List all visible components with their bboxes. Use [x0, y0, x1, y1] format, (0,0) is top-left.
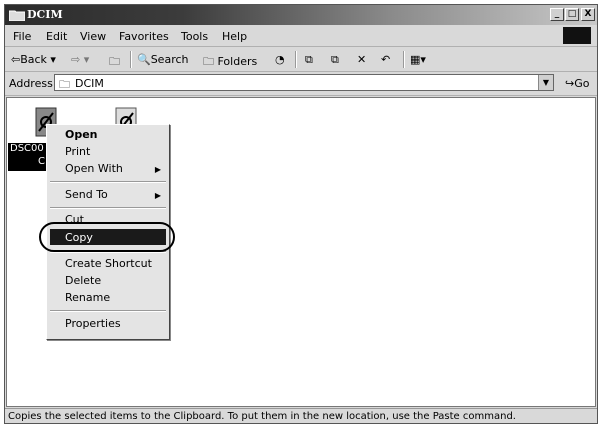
- submenu-arrow-icon: ▶: [154, 191, 161, 200]
- menu-help[interactable]: Help: [222, 30, 247, 43]
- move-to-icon[interactable]: ⧉: [305, 53, 313, 67]
- window-title: DCIM: [27, 8, 63, 21]
- menu-view[interactable]: View: [80, 30, 106, 43]
- toolbar-separator: [295, 51, 297, 68]
- menu-bar: File Edit View Favorites Tools Help: [5, 26, 597, 47]
- status-bar: Copies the selected items to the Clipboa…: [5, 408, 597, 425]
- search-button[interactable]: 🔍Search: [137, 53, 189, 66]
- submenu-arrow-icon: ▶: [154, 165, 161, 174]
- address-bar: Address 🗀 DCIM ▼ ↪Go: [5, 72, 597, 96]
- go-arrow-icon: ↪: [565, 77, 575, 90]
- ctx-delete[interactable]: Delete: [65, 274, 101, 287]
- file-label-line2: C: [38, 156, 45, 167]
- up-folder-icon[interactable]: 🗀: [109, 53, 120, 72]
- copy-to-icon[interactable]: ⧉: [331, 53, 339, 67]
- menu-separator: [50, 207, 166, 209]
- address-label: Address: [9, 77, 53, 90]
- folder-icon: 🗀: [59, 78, 70, 91]
- address-field[interactable]: 🗀 DCIM ▼: [54, 74, 554, 91]
- title-bar[interactable]: DCIM _ □ X: [5, 5, 597, 25]
- copy-callout-ring: [39, 222, 175, 252]
- ctx-properties[interactable]: Properties: [65, 317, 121, 330]
- delete-icon[interactable]: ✕: [357, 53, 366, 66]
- close-button[interactable]: X: [581, 8, 595, 21]
- toolbar-separator: [130, 51, 132, 68]
- minimize-button[interactable]: _: [550, 8, 564, 21]
- forward-button[interactable]: ⇨ ▾: [71, 53, 89, 66]
- views-icon[interactable]: ▦▾: [410, 53, 426, 66]
- menu-favorites[interactable]: Favorites: [119, 30, 169, 43]
- menu-separator: [50, 181, 166, 183]
- forward-arrow-icon: ⇨: [71, 53, 81, 66]
- ctx-create-shortcut[interactable]: Create Shortcut: [65, 257, 152, 270]
- folder-icon: [9, 10, 25, 21]
- toolbar: ⇦Back ▾ ⇨ ▾ 🗀 🔍Search 🗀 Folders ◔ ⧉ ⧉ ✕ …: [5, 47, 597, 72]
- ctx-send-to[interactable]: Send To: [65, 188, 108, 201]
- folders-button[interactable]: 🗀 Folders: [203, 53, 257, 72]
- ctx-open-with[interactable]: Open With: [65, 162, 123, 175]
- search-icon: 🔍: [137, 53, 151, 66]
- menu-edit[interactable]: Edit: [46, 30, 67, 43]
- windows-logo-icon: [563, 27, 591, 44]
- menu-separator: [50, 310, 166, 312]
- back-button[interactable]: ⇦Back ▾: [11, 53, 56, 66]
- undo-icon[interactable]: ↶: [381, 53, 390, 66]
- menu-file[interactable]: File: [13, 30, 31, 43]
- maximize-button[interactable]: □: [565, 8, 579, 21]
- back-arrow-icon: ⇦: [11, 53, 21, 66]
- history-icon[interactable]: ◔: [275, 53, 285, 66]
- go-button[interactable]: ↪Go: [565, 77, 589, 90]
- address-value: DCIM: [75, 77, 104, 90]
- file-label[interactable]: DSC00: [10, 143, 44, 154]
- ctx-print[interactable]: Print: [65, 145, 90, 158]
- ctx-rename[interactable]: Rename: [65, 291, 110, 304]
- ctx-open[interactable]: Open: [65, 128, 98, 141]
- address-dropdown-icon[interactable]: ▼: [538, 75, 553, 90]
- menu-tools[interactable]: Tools: [181, 30, 208, 43]
- folders-icon: 🗀: [203, 55, 214, 68]
- toolbar-separator: [403, 51, 405, 68]
- status-text: Copies the selected items to the Clipboa…: [8, 411, 516, 422]
